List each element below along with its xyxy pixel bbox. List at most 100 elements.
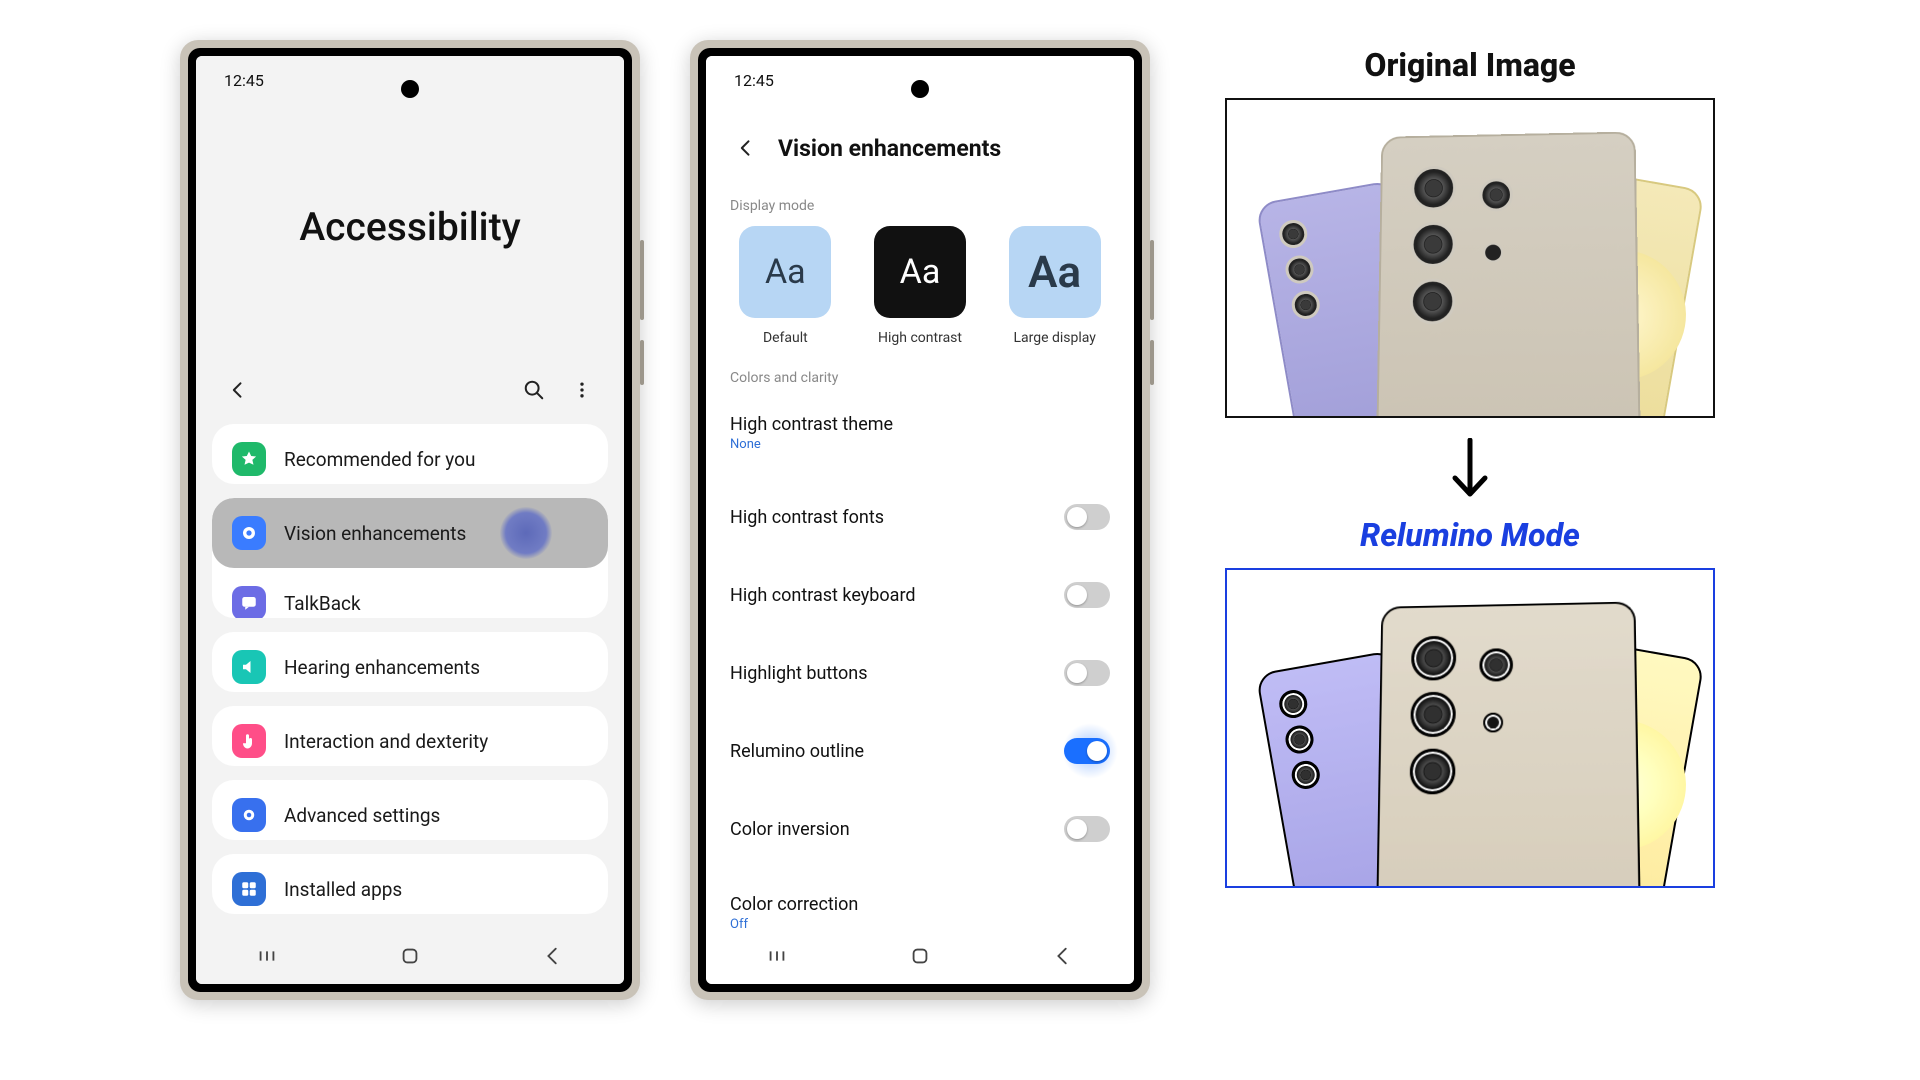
item-hearing-enhancements[interactable]: Hearing enhancements bbox=[212, 632, 608, 692]
nav-recents[interactable] bbox=[766, 945, 788, 967]
phone-mock-vision-enhancements: 12:45 Vision enhancements Display mode A… bbox=[690, 40, 1150, 1000]
item-vision-enhancements[interactable]: Vision enhancements bbox=[212, 498, 608, 568]
gear-icon bbox=[232, 798, 266, 832]
tap-highlight bbox=[500, 507, 552, 559]
item-label: Advanced settings bbox=[284, 804, 440, 827]
item-label: Recommended for you bbox=[284, 448, 475, 471]
toggle-hc-keyboard[interactable] bbox=[1064, 582, 1110, 608]
label-relumino-mode: Relumino Mode bbox=[1360, 516, 1580, 554]
side-button bbox=[1150, 240, 1154, 320]
item-label: TalkBack bbox=[284, 592, 361, 615]
row-label: Color inversion bbox=[730, 819, 850, 840]
mode-high-contrast[interactable]: Aa High contrast bbox=[861, 226, 980, 346]
search-button[interactable] bbox=[514, 370, 554, 410]
mode-label: Large display bbox=[1013, 330, 1095, 346]
phone-mock-accessibility: 12:45 Accessibility bbox=[180, 40, 640, 1000]
row-high-contrast-keyboard[interactable]: High contrast keyboard bbox=[706, 566, 1134, 624]
toggle-color-inversion[interactable] bbox=[1064, 816, 1110, 842]
mode-preview: Aa bbox=[739, 226, 831, 318]
more-button[interactable] bbox=[562, 370, 602, 410]
status-time: 12:45 bbox=[734, 71, 774, 90]
mode-large-display[interactable]: Aa Large display bbox=[995, 226, 1114, 346]
more-vert-icon bbox=[572, 380, 592, 400]
item-recommended-for-you[interactable]: Recommended for you bbox=[212, 424, 608, 484]
back-button[interactable] bbox=[218, 370, 258, 410]
item-label: Interaction and dexterity bbox=[284, 730, 488, 753]
image-relumino bbox=[1225, 568, 1715, 888]
accessibility-screen: Accessibility bbox=[196, 104, 624, 928]
row-value: Off bbox=[730, 917, 858, 928]
recents-icon bbox=[766, 945, 788, 967]
vision-screen: Display mode Aa Default Aa High contrast… bbox=[706, 182, 1134, 928]
item-label: Hearing enhancements bbox=[284, 656, 480, 679]
image-original bbox=[1225, 98, 1715, 418]
search-icon bbox=[523, 379, 545, 401]
screen-title: Vision enhancements bbox=[778, 135, 1001, 162]
row-label: High contrast theme bbox=[730, 414, 893, 435]
chat-icon bbox=[232, 586, 266, 618]
row-label: Highlight buttons bbox=[730, 663, 868, 684]
item-advanced-settings[interactable]: Advanced settings bbox=[212, 780, 608, 840]
nav-bar bbox=[196, 928, 624, 984]
nav-back[interactable] bbox=[542, 945, 564, 967]
back-icon bbox=[542, 945, 564, 967]
list-group: Advanced settings bbox=[212, 780, 608, 840]
list-group: Hearing enhancements bbox=[212, 632, 608, 692]
row-high-contrast-theme[interactable]: High contrast theme None bbox=[706, 398, 1134, 468]
item-label: Vision enhancements bbox=[284, 522, 466, 545]
toggle-hc-fonts[interactable] bbox=[1064, 504, 1110, 530]
comparison-column: Original Image Relumino Mode bbox=[1200, 40, 1740, 888]
home-icon bbox=[909, 945, 931, 967]
row-highlight-buttons[interactable]: Highlight buttons bbox=[706, 644, 1134, 702]
section-label-display-mode: Display mode bbox=[706, 182, 1134, 226]
eye-icon bbox=[232, 516, 266, 550]
nav-back[interactable] bbox=[1052, 945, 1074, 967]
toolbar bbox=[196, 360, 624, 424]
list-group: Installed apps bbox=[212, 854, 608, 914]
screen-header: Vision enhancements bbox=[706, 104, 1134, 182]
row-high-contrast-fonts[interactable]: High contrast fonts bbox=[706, 488, 1134, 546]
nav-home[interactable] bbox=[399, 945, 421, 967]
item-interaction-dexterity[interactable]: Interaction and dexterity bbox=[212, 706, 608, 766]
star-icon bbox=[232, 442, 266, 476]
chevron-left-icon bbox=[736, 138, 756, 158]
home-icon bbox=[399, 945, 421, 967]
row-value: None bbox=[730, 437, 893, 452]
mode-preview: Aa bbox=[1009, 226, 1101, 318]
back-button[interactable] bbox=[726, 128, 766, 168]
side-button bbox=[1150, 340, 1154, 385]
chevron-left-icon bbox=[228, 380, 248, 400]
item-label: Installed apps bbox=[284, 878, 402, 901]
illustration-phone-titanium bbox=[1376, 601, 1641, 888]
sound-icon bbox=[232, 650, 266, 684]
mode-label: Default bbox=[763, 330, 808, 346]
arrow-down-icon bbox=[1445, 438, 1495, 502]
mode-default[interactable]: Aa Default bbox=[726, 226, 845, 346]
list-group: Recommended for you bbox=[212, 424, 608, 484]
item-installed-apps[interactable]: Installed apps bbox=[212, 854, 608, 914]
apps-icon bbox=[232, 872, 266, 906]
nav-bar bbox=[706, 928, 1134, 984]
nav-home[interactable] bbox=[909, 945, 931, 967]
row-color-inversion[interactable]: Color inversion bbox=[706, 800, 1134, 858]
screen-title: Accessibility bbox=[196, 104, 624, 360]
marketing-canvas: 12:45 Accessibility bbox=[0, 0, 1920, 1080]
list-group: Vision enhancements TalkBack bbox=[212, 498, 608, 618]
toggle-relumino[interactable] bbox=[1064, 738, 1110, 764]
toggle-highlight-buttons[interactable] bbox=[1064, 660, 1110, 686]
row-relumino-outline[interactable]: Relumino outline bbox=[706, 722, 1134, 780]
illustration-phone-titanium bbox=[1376, 131, 1641, 418]
side-button bbox=[640, 340, 644, 385]
row-color-correction[interactable]: Color correction Off bbox=[706, 878, 1134, 928]
status-time: 12:45 bbox=[224, 71, 264, 90]
label-original-image: Original Image bbox=[1364, 46, 1575, 84]
display-mode-row: Aa Default Aa High contrast Aa Large dis… bbox=[706, 226, 1134, 354]
hand-icon bbox=[232, 724, 266, 758]
row-label: High contrast keyboard bbox=[730, 585, 916, 606]
item-talkback[interactable]: TalkBack bbox=[212, 568, 608, 618]
camera-hole bbox=[401, 80, 419, 98]
nav-recents[interactable] bbox=[256, 945, 278, 967]
section-label-colors: Colors and clarity bbox=[706, 354, 1134, 398]
mode-label: High contrast bbox=[878, 330, 962, 346]
camera-hole bbox=[911, 80, 929, 98]
